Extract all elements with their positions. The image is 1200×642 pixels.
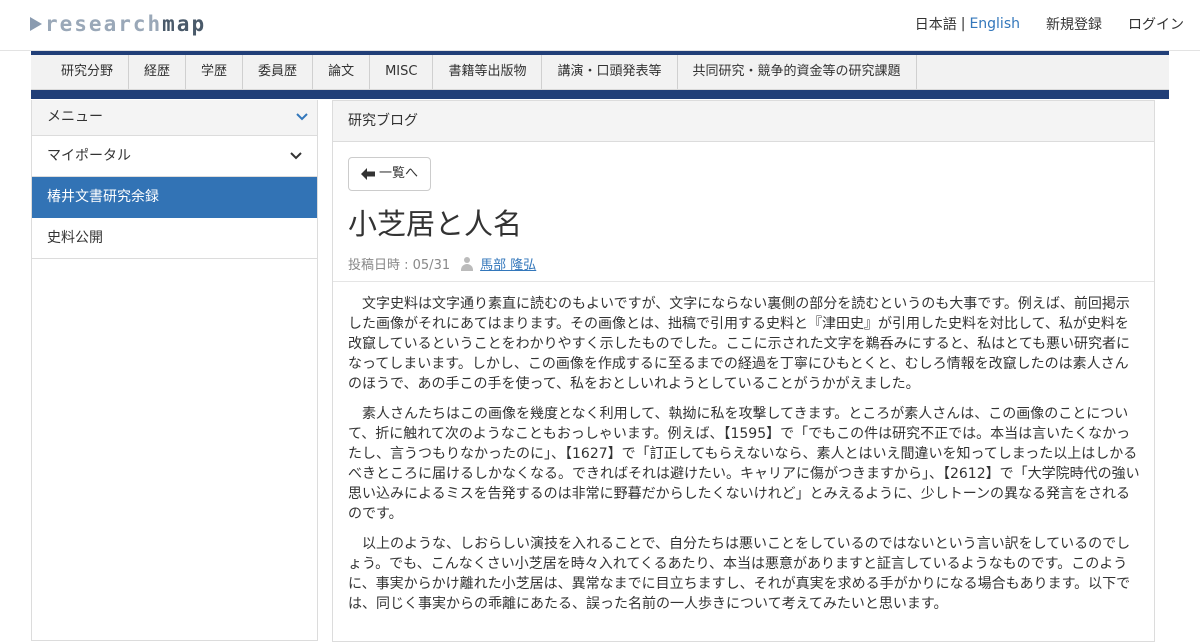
lang-english-link[interactable]: English [969, 16, 1020, 32]
logo-text: researchmap [45, 12, 206, 36]
post-paragraph: 以上のような、しおらしい演技を入れることで、自分たちは悪いことをしているのではな… [348, 536, 1131, 612]
author-link[interactable]: 馬部 隆弘 [480, 254, 536, 273]
site-header: researchmap 日本語 | English 新規登録 ログイン [0, 0, 1200, 51]
sidebar-item-label: 史料公開 [47, 230, 103, 246]
sidebar-item-label: マイポータル [47, 148, 131, 164]
login-link[interactable]: ログイン [1128, 14, 1184, 34]
profile-tabs: 研究分野 経歴 学歴 委員歴 論文 MISC 書籍等出版物 講演・口頭発表等 共… [31, 55, 1169, 90]
tab-research-field[interactable]: 研究分野 [31, 55, 130, 89]
top-nav: 日本語 | English 新規登録 ログイン [915, 14, 1184, 34]
posted-date: 投稿日時 : 05/31 [348, 258, 451, 273]
divider [333, 281, 1154, 282]
sidebar-item-my-portal[interactable]: マイポータル [32, 136, 317, 177]
logo-text-research: research [45, 12, 163, 36]
sidebar-item-label: 椿井文書研究余録 [47, 189, 159, 205]
tab-presentations[interactable]: 講演・口頭発表等 [542, 55, 678, 89]
logo-text-map: map [162, 12, 207, 36]
logo-play-icon [30, 17, 42, 31]
tab-books[interactable]: 書籍等出版物 [433, 55, 543, 89]
sidebar-menu-header[interactable]: メニュー [32, 100, 317, 136]
user-icon [460, 256, 474, 271]
post-meta: 投稿日時 : 05/31 馬部 隆弘 [348, 254, 536, 273]
profile-tab-bar: 研究分野 経歴 学歴 委員歴 論文 MISC 書籍等出版物 講演・口頭発表等 共… [31, 51, 1169, 99]
sidebar-item-tsubai-blog[interactable]: 椿井文書研究余録 [32, 177, 317, 218]
tab-career[interactable]: 経歴 [129, 55, 187, 89]
tab-misc[interactable]: MISC [370, 55, 434, 89]
panel-title: 研究ブログ [333, 101, 1154, 142]
chevron-down-icon [289, 136, 303, 176]
chevron-down-icon [295, 100, 309, 135]
tab-papers[interactable]: 論文 [313, 55, 371, 89]
researchmap-logo[interactable]: researchmap [30, 12, 206, 36]
tab-research-projects[interactable]: 共同研究・競争的資金等の研究課題 [678, 55, 917, 89]
blog-panel: 研究ブログ 一覧へ 小芝居と人名 投稿日時 : 05/31 馬部 隆弘 文字史料… [332, 100, 1155, 642]
arrow-left-icon [361, 158, 375, 190]
post-body: 文字史料は文字通り素直に読むのもよいですが、文字にならない裏側の部分を読むという… [348, 294, 1140, 624]
sidebar-item-documents[interactable]: 史料公開 [32, 218, 317, 259]
tab-committee[interactable]: 委員歴 [243, 55, 314, 89]
post-paragraph: 素人さんたちはこの画像を幾度となく利用して、執拗に私を攻撃してきます。ところが素… [348, 406, 1140, 522]
register-link[interactable]: 新規登録 [1046, 14, 1102, 34]
back-to-list-button[interactable]: 一覧へ [348, 157, 432, 191]
back-button-label: 一覧へ [379, 166, 419, 181]
post-title: 小芝居と人名 [348, 207, 523, 241]
sidebar-menu-label: メニュー [47, 109, 103, 125]
sidebar: メニュー マイポータル 椿井文書研究余録 史料公開 [31, 100, 318, 641]
post-paragraph: 文字史料は文字通り素直に読むのもよいですが、文字にならない裏側の部分を読むという… [348, 296, 1131, 392]
lang-separator: | [960, 16, 966, 32]
tab-education[interactable]: 学歴 [186, 55, 244, 89]
lang-japanese: 日本語 [914, 17, 957, 33]
